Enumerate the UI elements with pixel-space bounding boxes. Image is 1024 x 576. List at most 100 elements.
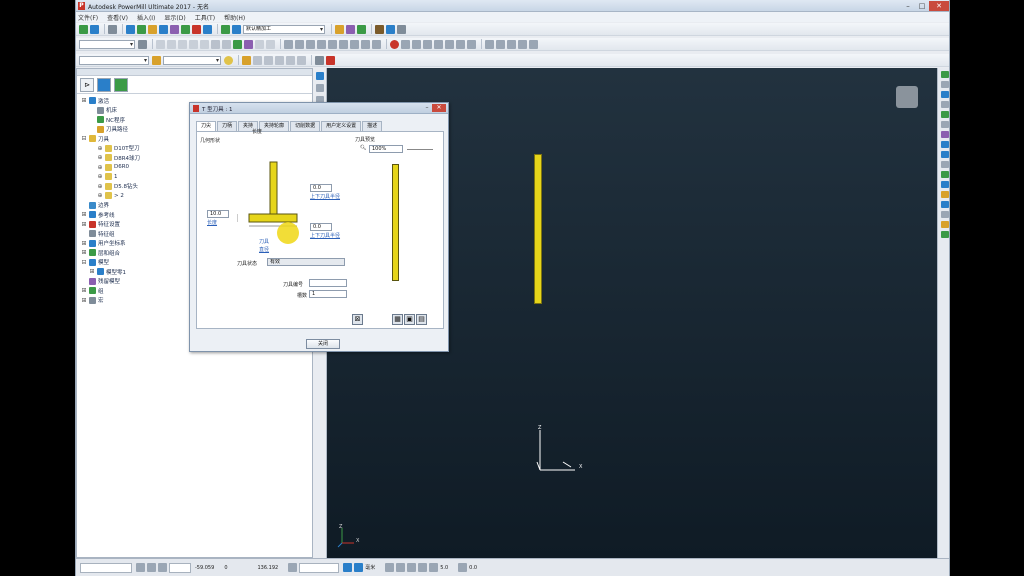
- shade-icon[interactable]: [940, 171, 949, 178]
- layer-7-icon[interactable]: [350, 39, 359, 49]
- new-project-icon[interactable]: [79, 24, 88, 34]
- extra-4-icon[interactable]: [518, 39, 527, 49]
- zoom-icon[interactable]: [200, 39, 209, 49]
- tree-toggle-icon[interactable]: ⊟: [81, 259, 87, 266]
- status-icon-6[interactable]: [354, 563, 364, 572]
- light-icon[interactable]: [940, 201, 949, 208]
- dialog-tab[interactable]: 刀柄: [217, 121, 238, 131]
- render-icon[interactable]: [233, 39, 242, 49]
- tree-toggle-icon[interactable]: ⊞: [81, 297, 87, 304]
- bulb-icon[interactable]: [224, 55, 233, 65]
- upper-radius-field[interactable]: 0.0: [310, 184, 332, 192]
- status-field-2[interactable]: [299, 562, 340, 573]
- lower-radius-link[interactable]: 上下刀具半径: [310, 232, 340, 239]
- extra-3-icon[interactable]: [507, 39, 516, 49]
- diameter-link[interactable]: 直径: [259, 246, 269, 253]
- view-iso3-icon[interactable]: [940, 121, 949, 128]
- dialog-minimize-button[interactable]: –: [422, 104, 432, 112]
- status-icon-12[interactable]: [458, 563, 468, 572]
- material-icon[interactable]: [940, 191, 949, 198]
- powermill-app-icon[interactable]: P: [78, 2, 85, 10]
- status-field-empty[interactable]: [169, 562, 191, 573]
- lower-radius-field[interactable]: 0.0: [310, 223, 332, 231]
- layer-6-icon[interactable]: [339, 39, 348, 49]
- view-y-icon[interactable]: [167, 39, 176, 49]
- dialog-tab[interactable]: 刀尖: [196, 121, 217, 131]
- side-view-icon[interactable]: [315, 72, 324, 80]
- layer-3-icon[interactable]: [306, 39, 315, 49]
- tool-number-field[interactable]: [309, 279, 347, 287]
- boundary-icon[interactable]: [170, 24, 179, 34]
- wire-icon[interactable]: [940, 181, 949, 188]
- tree-toggle-icon[interactable]: ⊞: [81, 97, 87, 104]
- first-icon[interactable]: [253, 55, 262, 65]
- menu-view[interactable]: 查看(V): [107, 13, 128, 22]
- tool-state-field[interactable]: 有效: [267, 258, 345, 266]
- menu-insert[interactable]: 插入(I): [137, 13, 155, 22]
- tool-combo[interactable]: [79, 55, 149, 65]
- holder-combo[interactable]: [163, 55, 221, 65]
- view-front-icon[interactable]: [940, 81, 949, 88]
- texture-icon[interactable]: [940, 221, 949, 228]
- view-x-icon[interactable]: [156, 39, 165, 49]
- zoom-out-icon[interactable]: [940, 151, 949, 158]
- save-icon[interactable]: [90, 24, 99, 34]
- status-combo[interactable]: [80, 562, 132, 573]
- tool-icon[interactable]: [148, 24, 157, 34]
- help-tab-icon[interactable]: [114, 77, 128, 92]
- grid-icon[interactable]: [940, 211, 949, 218]
- zoom-box-icon[interactable]: [940, 161, 949, 168]
- side-pin-icon[interactable]: [315, 84, 324, 92]
- strategy-icon[interactable]: [221, 24, 230, 34]
- sim-7-icon[interactable]: [467, 39, 476, 49]
- edit-icon[interactable]: [346, 24, 355, 34]
- view-iso4-icon[interactable]: [940, 131, 949, 138]
- print-icon[interactable]: [108, 24, 117, 34]
- layer-5-icon[interactable]: [328, 39, 337, 49]
- model-view-icon[interactable]: [244, 39, 253, 49]
- view-side-icon[interactable]: [940, 91, 949, 98]
- tool-list-icon[interactable]: [326, 55, 335, 65]
- dialog-tab[interactable]: 切削数据: [290, 121, 321, 131]
- prev-icon[interactable]: [264, 55, 273, 65]
- extra-icon[interactable]: [397, 24, 406, 34]
- close-button[interactable]: ✕: [929, 1, 949, 11]
- section-icon[interactable]: [255, 39, 264, 49]
- layer-9-icon[interactable]: [372, 39, 381, 49]
- sim-2-icon[interactable]: [412, 39, 421, 49]
- sim-1-icon[interactable]: [401, 39, 410, 49]
- slots-field[interactable]: 1: [309, 290, 347, 298]
- status-icon-7[interactable]: [385, 563, 395, 572]
- step-icon[interactable]: [297, 55, 306, 65]
- dialog-tab[interactable]: 描述: [362, 121, 383, 131]
- view-iso1-icon[interactable]: [940, 101, 949, 108]
- verify-icon[interactable]: [203, 24, 212, 34]
- tool-db-icon[interactable]: [315, 55, 324, 65]
- view-iso-icon[interactable]: [189, 39, 198, 49]
- tree-toggle-icon[interactable]: ⊕: [97, 183, 103, 190]
- tool-edit-icon[interactable]: [242, 55, 251, 65]
- tree-toggle-icon[interactable]: ⊞: [81, 287, 87, 294]
- length-field[interactable]: 10.0: [207, 210, 229, 218]
- view-top-icon[interactable]: [940, 71, 949, 78]
- nc-icon[interactable]: [357, 24, 366, 34]
- layer-8-icon[interactable]: [361, 39, 370, 49]
- layer-1-icon[interactable]: [284, 39, 293, 49]
- tree-toggle-icon[interactable]: ⊞: [81, 249, 87, 256]
- status-icon-2[interactable]: [147, 563, 156, 572]
- gear-icon[interactable]: [138, 39, 147, 49]
- zoom-combo[interactable]: 100%: [369, 145, 403, 153]
- last-icon[interactable]: [286, 55, 295, 65]
- preview-icon-3[interactable]: ▤: [416, 314, 427, 325]
- dialog-tab[interactable]: 夹持轮廓: [259, 121, 290, 131]
- next-icon[interactable]: [275, 55, 284, 65]
- layer-4-icon[interactable]: [317, 39, 326, 49]
- status-icon-10[interactable]: [418, 563, 428, 572]
- sim-4-icon[interactable]: [434, 39, 443, 49]
- tree-toggle-icon[interactable]: ⊕: [97, 154, 103, 161]
- tree-toggle-icon[interactable]: ⊕: [97, 192, 103, 199]
- view-cube-icon[interactable]: [896, 86, 918, 108]
- tool-type-icon[interactable]: [152, 55, 161, 65]
- status-icon-8[interactable]: [396, 563, 406, 572]
- menu-file[interactable]: 文件(F): [78, 13, 98, 22]
